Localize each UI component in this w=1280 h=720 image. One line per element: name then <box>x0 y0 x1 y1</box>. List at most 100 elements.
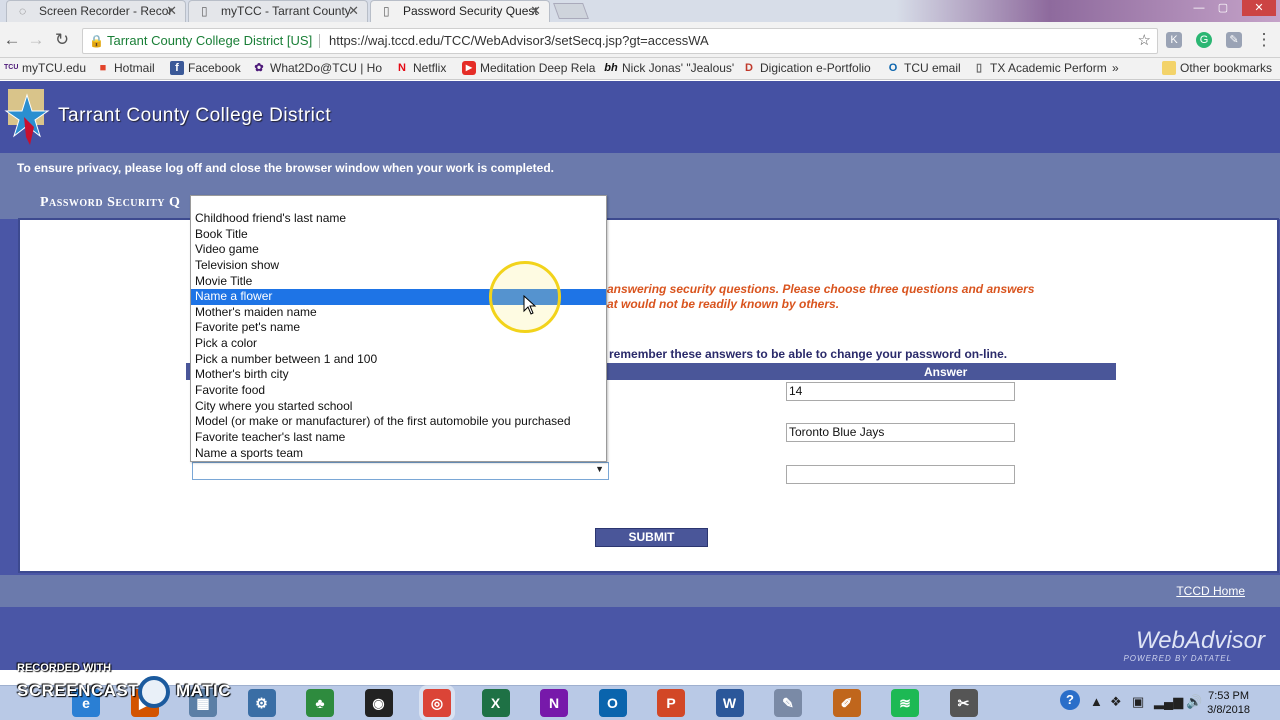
menu-dots-icon[interactable]: ⋮ <box>1254 30 1274 50</box>
media-player-icon[interactable]: ◉ <box>364 689 393 717</box>
bookmark-what2do[interactable]: ✿ What2Do@TCU | Ho <box>252 61 382 75</box>
footer-bar: TCCD Home <box>0 575 1280 607</box>
onenote-icon[interactable]: N <box>540 689 568 717</box>
outlook-icon[interactable]: O <box>598 689 627 717</box>
address-bar[interactable]: 🔒 Tarrant County College District [US] h… <box>82 28 1158 54</box>
maximize-icon[interactable]: ▢ <box>1210 0 1236 16</box>
tab-close-icon[interactable]: ✕ <box>530 3 541 19</box>
excel-icon[interactable]: X <box>481 689 510 717</box>
chrome-icon[interactable]: ◎ <box>423 689 451 717</box>
lock-icon: 🔒 <box>89 34 104 48</box>
settings-icon[interactable]: ⚙ <box>247 689 276 717</box>
windows-icon: ■ <box>99 62 107 74</box>
bookmark-tcu-email[interactable]: O TCU email <box>886 61 961 75</box>
window-close-icon[interactable]: ✕ <box>1242 0 1276 16</box>
bookmark-label: What2Do@TCU | Ho <box>270 61 382 75</box>
dropdown-option[interactable]: Childhood friend's last name <box>191 211 606 227</box>
question-dropdown-list[interactable]: Childhood friend's last name Book Title Vi… <box>190 195 607 462</box>
tray-device-icon[interactable]: ▣ <box>1132 694 1144 710</box>
bookmark-label: Netflix <box>413 61 447 75</box>
dropbox-icon[interactable]: ❖ <box>1110 694 1122 710</box>
page-icon: ▯ <box>201 4 208 18</box>
extension-k-icon[interactable]: K <box>1166 32 1182 48</box>
bh-icon: bh <box>604 62 618 74</box>
submit-button[interactable]: SUBMIT <box>595 528 708 547</box>
screencast-o-logo-icon <box>138 676 170 708</box>
network-icon[interactable]: ▂▄▆ <box>1154 694 1183 710</box>
globe-icon: ◌ <box>19 4 27 18</box>
powerpoint-icon[interactable]: P <box>657 689 685 717</box>
bookmark-facebook[interactable]: f Facebook <box>170 61 241 75</box>
dropdown-option[interactable]: Mother's birth city <box>191 367 606 383</box>
bookmark-label: Facebook <box>188 61 241 75</box>
dropdown-option[interactable]: Model (or make or manufacturer) of the f… <box>191 414 606 430</box>
answer-field-3[interactable] <box>786 465 1015 484</box>
minimize-icon[interactable]: — <box>1186 0 1212 16</box>
tab-title: Screen Recorder - Recor <box>39 4 173 18</box>
back-arrow-icon[interactable]: ← <box>2 30 22 50</box>
tab-screen-recorder[interactable]: ◌ Screen Recorder - Recor ✕ <box>6 0 186 22</box>
bookmark-star-icon[interactable]: ☆ <box>1138 29 1151 53</box>
instructions-line1: answering security questions. Please cho… <box>607 282 1035 296</box>
dropdown-option[interactable]: Pick a color <box>191 336 606 352</box>
answer-column-header: Answer <box>924 365 968 379</box>
grammarly-icon[interactable]: G <box>1196 32 1212 48</box>
bookmark-hotmail[interactable]: ■ Hotmail <box>96 61 155 75</box>
other-bookmarks-folder[interactable]: Other bookmarks <box>1162 61 1272 75</box>
remember-note: remember these answers to be able to cha… <box>609 347 1008 361</box>
bookmark-label: TCU email <box>904 61 961 75</box>
spotify-icon[interactable]: ≋ <box>891 689 919 717</box>
bookmark-tx-academic[interactable]: ▯ TX Academic Perform <box>972 61 1107 75</box>
bookmark-digication[interactable]: D Digication e-Portfolio <box>742 61 871 75</box>
site-header: Tarrant County College District <box>0 81 1280 153</box>
clock-time: 7:53 PM <box>1208 690 1250 702</box>
tab-close-icon[interactable]: ✕ <box>166 3 177 19</box>
college-name: Tarrant County College District <box>58 105 332 126</box>
bookmark-label: Meditation Deep Rela <box>480 61 596 75</box>
tab-title: myTCC - Tarrant County <box>221 4 351 18</box>
dropdown-option[interactable]: City where you started school <box>191 399 606 415</box>
secure-origin-label: Tarrant County College District [US] <box>107 33 313 48</box>
paint-icon[interactable]: ✎ <box>774 689 802 717</box>
bookmark-label: Hotmail <box>114 61 155 75</box>
forward-arrow-icon[interactable]: → <box>26 30 46 50</box>
answer-field-1[interactable]: 14 <box>786 382 1015 401</box>
dropdown-option[interactable]: Video game <box>191 242 606 258</box>
dropdown-option[interactable]: Favorite food <box>191 383 606 399</box>
sketch-icon[interactable]: ✐ <box>832 689 861 717</box>
watermark-matic: MATIC <box>176 681 232 700</box>
page-icon: ▯ <box>383 4 390 18</box>
more-bookmarks-button[interactable]: » <box>1112 61 1119 75</box>
dropdown-option[interactable]: Favorite teacher's last name <box>191 430 606 446</box>
tab-close-icon[interactable]: ✕ <box>348 3 359 19</box>
tray-expand-icon[interactable]: ▲ <box>1090 694 1103 709</box>
dropdown-option[interactable]: Book Title <box>191 227 606 243</box>
extension-icon[interactable]: ✎ <box>1226 32 1242 48</box>
dropdown-option[interactable]: Pick a number between 1 and 100 <box>191 352 606 368</box>
bookmark-netflix[interactable]: N Netflix <box>395 61 446 75</box>
dropdown-arrow-icon: ▼ <box>595 464 604 474</box>
bookmark-meditation[interactable]: ▶ Meditation Deep Rela <box>462 61 595 75</box>
reload-icon[interactable]: ↻ <box>52 30 72 50</box>
snipping-icon[interactable]: ✂ <box>949 689 978 717</box>
evernote-icon[interactable]: ♣ <box>306 689 334 717</box>
answer-field-2[interactable]: Toronto Blue Jays <box>786 423 1015 442</box>
question-select-3[interactable]: ▼ <box>192 462 609 480</box>
new-tab-button[interactable] <box>553 3 589 19</box>
tab-mytcc[interactable]: ▯ myTCC - Tarrant County ✕ <box>188 0 368 22</box>
word-icon[interactable]: W <box>715 689 744 717</box>
bookmark-mytcu[interactable]: TCU myTCU.edu <box>4 61 86 75</box>
volume-icon[interactable]: 🔊 <box>1186 694 1202 710</box>
instructions-line2: at would not be readily known by others. <box>607 297 840 311</box>
bookmarks-bar: TCU myTCU.edu ■ Hotmail f Facebook ✿ Wha… <box>0 58 1280 80</box>
bookmark-nick-jonas[interactable]: bh Nick Jonas' "Jealous' <box>604 61 734 75</box>
bookmark-label: Other bookmarks <box>1180 61 1273 75</box>
help-icon[interactable]: ? <box>1060 690 1080 710</box>
taskbar-clock[interactable]: 7:53 PM 3/8/2018 <box>1207 689 1250 717</box>
dropdown-option[interactable]: Name a sports team <box>191 446 606 462</box>
bookmark-label: TX Academic Perform <box>990 61 1107 75</box>
url-text[interactable]: https://waj.tccd.edu/TCC/WebAdvisor3/set… <box>329 29 709 53</box>
tccd-home-link[interactable]: TCCD Home <box>1176 584 1245 598</box>
digication-icon: D <box>745 62 753 74</box>
tab-password-security[interactable]: ▯ Password Security Quest ✕ <box>370 0 550 22</box>
